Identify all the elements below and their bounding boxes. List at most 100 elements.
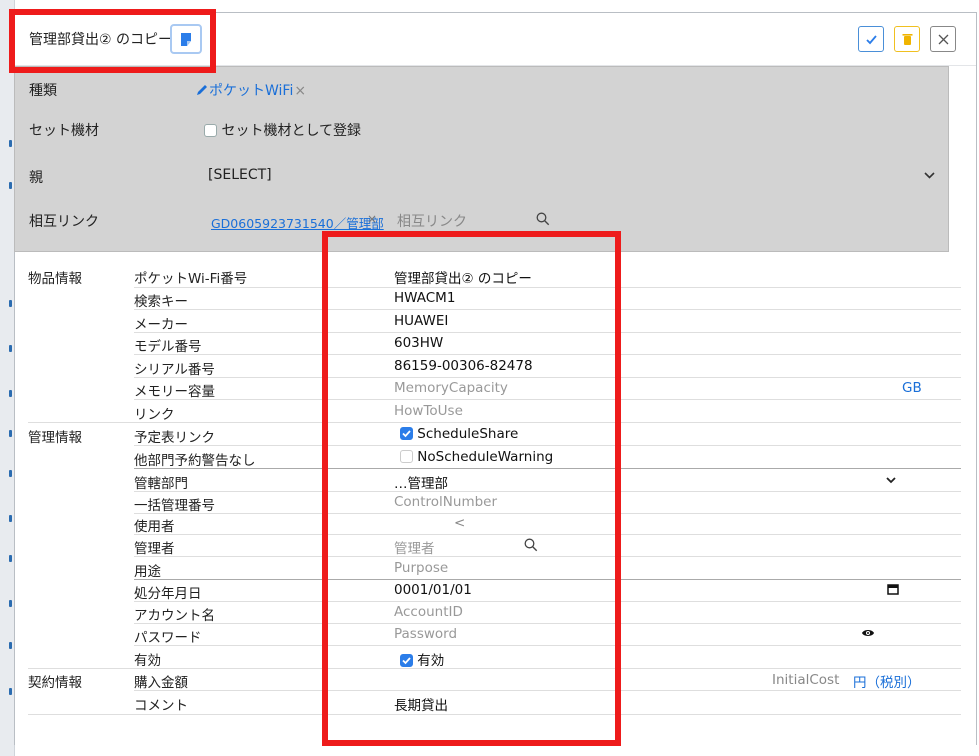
- chevron-down-icon[interactable]: [924, 172, 935, 179]
- no-schedule-warning-checkbox-wrap[interactable]: NoScheduleWarning: [400, 449, 553, 465]
- check-icon: [402, 430, 411, 438]
- basic-settings-panel: [14, 66, 949, 252]
- search-icon[interactable]: [524, 538, 538, 552]
- field-label: 使用者: [134, 519, 175, 535]
- field-label: 購入金額: [134, 675, 188, 691]
- field-value-purpose[interactable]: Purpose: [394, 560, 448, 576]
- background-marker: [9, 642, 12, 649]
- row-divider: [28, 714, 961, 715]
- no-schedule-warning-checkbox[interactable]: [400, 450, 413, 463]
- field-label: パスワード: [134, 630, 202, 646]
- row-divider: [134, 445, 961, 446]
- kind-remove-button[interactable]: ×: [294, 83, 306, 99]
- mutual-link-chip-remove[interactable]: ×: [367, 212, 377, 226]
- field-value-user[interactable]: <: [454, 515, 465, 531]
- field-value-search-key[interactable]: HWACM1: [394, 290, 455, 306]
- field-label: メーカー: [134, 317, 188, 333]
- background-marker: [9, 515, 12, 522]
- dialog-title: 管理部貸出② のコピー: [29, 32, 173, 48]
- parent-select[interactable]: [SELECT]: [208, 167, 272, 183]
- copy-button[interactable]: [170, 24, 202, 54]
- row-divider: [134, 287, 961, 288]
- calendar-icon[interactable]: [887, 583, 899, 595]
- row-divider: [134, 354, 961, 355]
- cost-unit: 円（税別）: [853, 675, 921, 691]
- row-divider: [134, 399, 961, 400]
- set-equipment-checkbox-wrap[interactable]: セット機材として登録: [204, 120, 361, 140]
- initial-cost-input[interactable]: InitialCost: [772, 672, 839, 688]
- row-divider: [134, 332, 961, 333]
- field-label: 処分年月日: [134, 586, 202, 602]
- field-label: 管理者: [134, 541, 175, 557]
- background-marker: [9, 390, 12, 397]
- background-marker: [9, 182, 12, 189]
- field-label: 一括管理番号: [134, 498, 215, 514]
- trash-icon: [902, 34, 913, 45]
- confirm-button[interactable]: [858, 26, 884, 52]
- kind-value[interactable]: ポケットWiFi×: [196, 80, 306, 100]
- row-divider: [134, 309, 961, 310]
- enabled-label: 有効: [417, 653, 445, 669]
- field-value-account-id[interactable]: AccountID: [394, 604, 463, 620]
- mutual-link-chip[interactable]: GD0605923731540／管理部: [211, 213, 384, 232]
- field-value-manager[interactable]: 管理者: [394, 537, 435, 557]
- background-marker: [9, 555, 12, 562]
- set-equipment-label: セット機材: [29, 123, 99, 139]
- field-label: 管轄部門: [134, 476, 188, 492]
- schedule-share-checkbox-wrap[interactable]: ScheduleShare: [400, 426, 518, 442]
- no-schedule-warning-label: NoScheduleWarning: [417, 449, 554, 465]
- row-divider: [134, 534, 961, 535]
- row-divider: [134, 491, 961, 492]
- field-label: コメント: [134, 698, 188, 714]
- field-value-disposal-date[interactable]: 0001/01/01: [394, 582, 472, 598]
- field-value-department-select[interactable]: …管理部: [394, 472, 448, 492]
- mutual-link-input[interactable]: 相互リンク: [397, 211, 467, 231]
- schedule-share-checkbox[interactable]: [400, 427, 413, 440]
- field-value-maker[interactable]: HUAWEI: [394, 313, 448, 329]
- search-icon[interactable]: [536, 212, 550, 226]
- field-value-memory-capacity[interactable]: MemoryCapacity: [394, 380, 508, 396]
- row-divider: [134, 645, 961, 646]
- close-icon: [938, 34, 949, 45]
- field-label: シリアル番号: [134, 362, 215, 378]
- set-equipment-checkbox-label: セット機材として登録: [221, 123, 362, 139]
- chevron-down-icon[interactable]: [886, 477, 896, 484]
- kind-value-text: ポケットWiFi: [209, 83, 294, 99]
- field-value-password[interactable]: Password: [394, 626, 457, 642]
- eye-icon[interactable]: [861, 628, 875, 638]
- close-button[interactable]: [930, 26, 956, 52]
- field-label: アカウント名: [134, 608, 215, 624]
- mutual-link-label: 相互リンク: [29, 214, 99, 230]
- field-value-link[interactable]: HowToUse: [394, 403, 463, 419]
- section-management-info: 管理情報: [28, 430, 82, 446]
- set-equipment-checkbox[interactable]: [204, 124, 217, 137]
- memory-unit: GB: [902, 380, 922, 396]
- field-label: モデル番号: [134, 339, 202, 355]
- field-value-model-number[interactable]: 603HW: [394, 335, 443, 351]
- field-label: 有効: [134, 653, 161, 669]
- field-value-control-number[interactable]: ControlNumber: [394, 494, 497, 510]
- row-divider: [134, 623, 961, 624]
- kind-label: 種類: [29, 83, 57, 99]
- field-label: 検索キー: [134, 294, 188, 310]
- background-marker: [9, 140, 12, 147]
- row-divider: [134, 377, 961, 378]
- parent-label: 親: [29, 170, 43, 186]
- background-marker: [9, 600, 12, 607]
- row-divider: [134, 601, 961, 602]
- background-marker: [9, 430, 12, 437]
- row-divider: [134, 468, 961, 469]
- pencil-icon: [197, 85, 207, 95]
- delete-button[interactable]: [894, 26, 920, 52]
- enabled-checkbox[interactable]: [400, 654, 413, 667]
- check-icon: [402, 657, 411, 665]
- row-divider: [134, 579, 961, 580]
- section-item-info: 物品情報: [28, 271, 82, 287]
- enabled-checkbox-wrap[interactable]: 有効: [400, 649, 444, 669]
- background-page-strip: [0, 0, 15, 756]
- field-label: メモリー容量: [134, 384, 215, 400]
- row-divider: [134, 690, 961, 691]
- field-value-serial-number[interactable]: 86159-00306-82478: [394, 358, 533, 374]
- field-value-comment[interactable]: 長期貸出: [394, 694, 448, 714]
- field-value-wifi-number[interactable]: 管理部貸出② のコピー: [394, 267, 532, 287]
